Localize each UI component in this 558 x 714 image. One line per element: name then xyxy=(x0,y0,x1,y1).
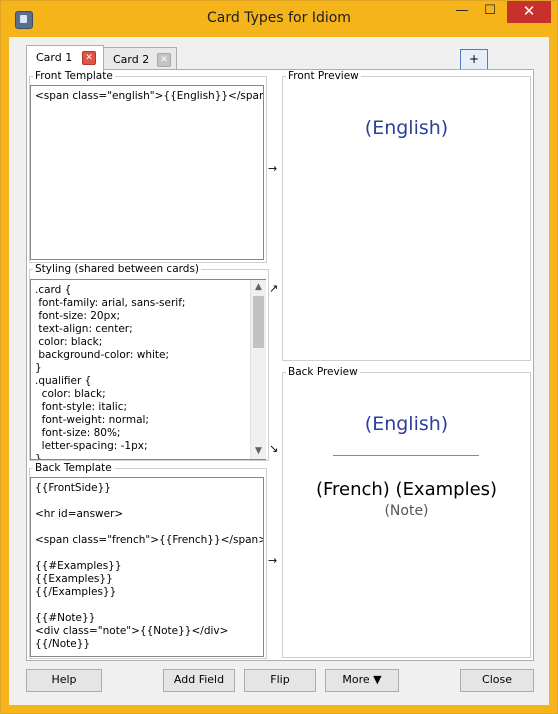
back-preview-label: Back Preview xyxy=(286,366,360,378)
close-window-button[interactable]: ✕ xyxy=(507,1,551,23)
styling-scrollbar[interactable]: ▲ ▼ xyxy=(250,280,266,459)
back-preview-french-examples: (French) (Examples) xyxy=(315,479,498,500)
back-arrow-icon: → xyxy=(268,554,278,567)
scroll-down-icon[interactable]: ▼ xyxy=(251,444,266,459)
close-button[interactable]: Close xyxy=(460,669,534,692)
back-template-label: Back Template xyxy=(33,462,114,474)
front-preview: (English) xyxy=(282,76,531,361)
title-bar[interactable]: Card Types for Idiom — ☐ ✕ xyxy=(1,1,557,37)
tab-card-1-label: Card 1 xyxy=(36,51,73,64)
styling-label: Styling (shared between cards) xyxy=(33,263,202,275)
add-card-type-button[interactable]: + xyxy=(460,49,488,70)
answer-divider xyxy=(333,455,479,456)
dialog-window: Card Types for Idiom — ☐ ✕ Card 1 ✕ Card… xyxy=(0,0,558,714)
front-template-editor[interactable]: <span class="english">{{English}}</span> xyxy=(30,85,264,260)
tab-card-2[interactable]: Card 2 ✕ xyxy=(103,47,177,70)
tab-close-icon[interactable]: ✕ xyxy=(82,51,96,65)
front-arrow-icon: → xyxy=(268,162,278,175)
back-preview: (English) (French) (Examples) (Note) xyxy=(282,372,531,658)
back-template-editor[interactable]: {{FrontSide}} <hr id=answer> <span class… xyxy=(30,477,264,657)
tab-card-2-label: Card 2 xyxy=(113,53,150,66)
scroll-up-icon[interactable]: ▲ xyxy=(251,280,266,295)
add-field-button[interactable]: Add Field xyxy=(163,669,235,692)
back-preview-english: (English) xyxy=(364,413,449,435)
styling-up-arrow-icon: ↗ xyxy=(269,282,279,295)
tab-pane: Front Template <span class="english">{{E… xyxy=(26,69,534,661)
more-button[interactable]: More ▼ xyxy=(325,669,399,692)
front-preview-english: (English) xyxy=(364,117,449,139)
maximize-button[interactable]: ☐ xyxy=(473,1,507,23)
help-button[interactable]: Help xyxy=(26,669,102,692)
back-preview-note: (Note) xyxy=(384,503,429,519)
scrollbar-thumb[interactable] xyxy=(253,296,264,348)
styling-down-arrow-icon: ↘ xyxy=(269,442,279,455)
tab-close-icon[interactable]: ✕ xyxy=(157,53,171,67)
styling-editor[interactable]: .card { font-family: arial, sans-serif; … xyxy=(30,279,266,460)
flip-button[interactable]: Flip xyxy=(244,669,316,692)
tab-card-1[interactable]: Card 1 ✕ xyxy=(26,45,104,71)
front-template-label: Front Template xyxy=(33,70,115,82)
dialog-client-area: Card 1 ✕ Card 2 ✕ + Front Template <span… xyxy=(9,37,549,705)
front-preview-label: Front Preview xyxy=(286,70,361,82)
